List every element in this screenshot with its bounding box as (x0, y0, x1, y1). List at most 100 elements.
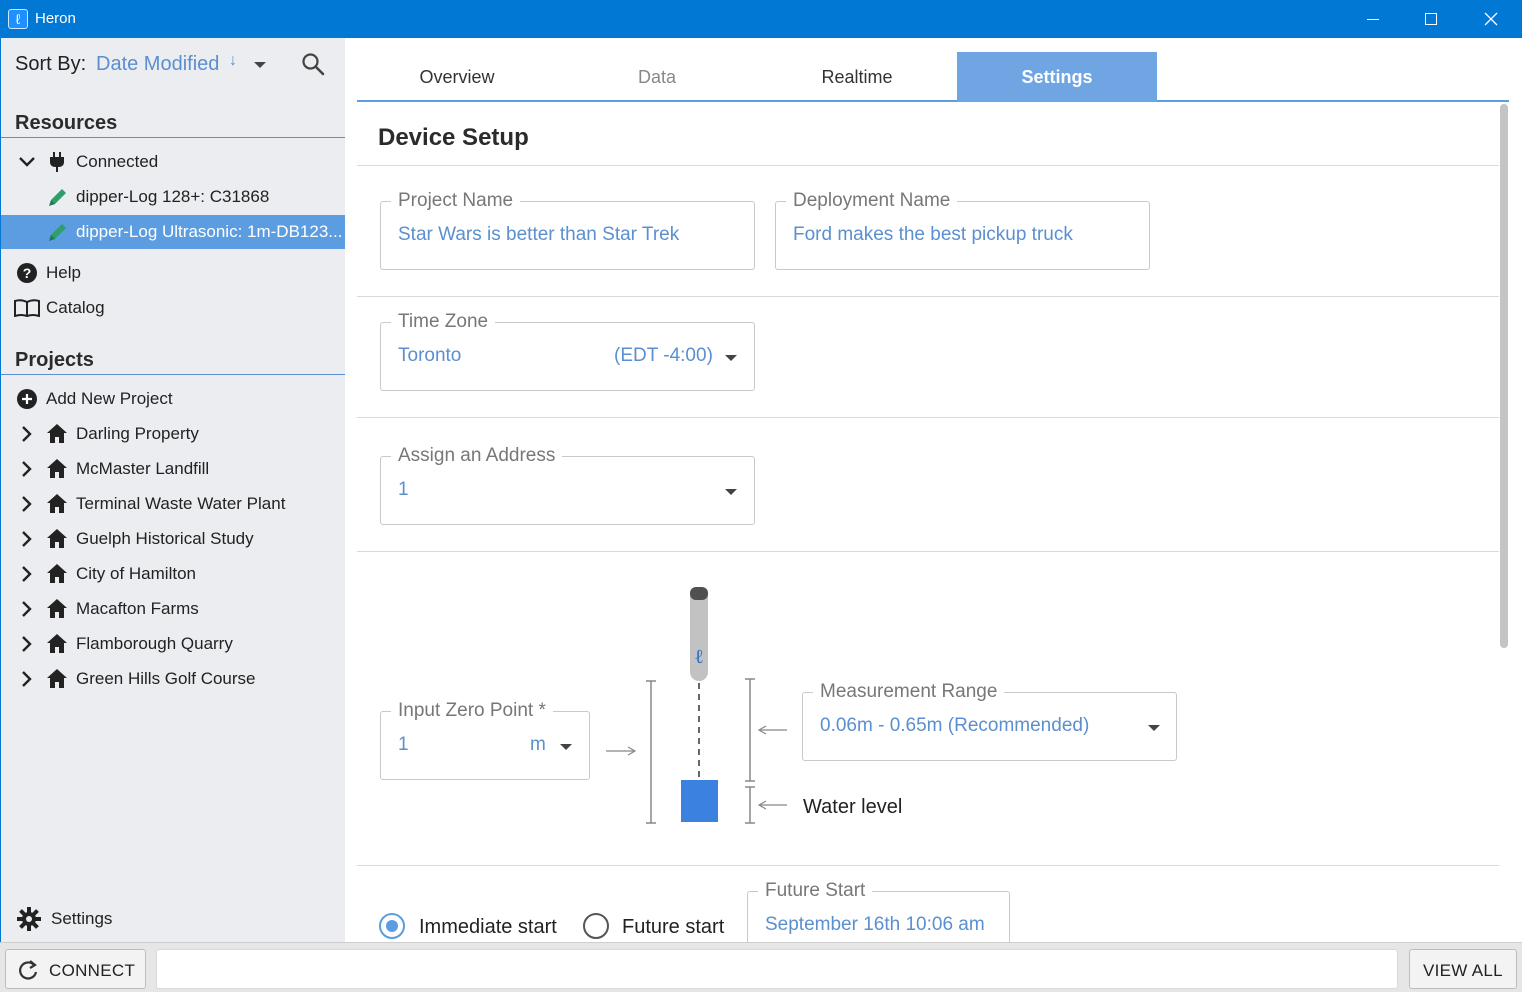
arrow-right-icon (606, 746, 637, 756)
home-icon (47, 494, 67, 513)
project-name-field[interactable]: Project Name Star Wars is better than St… (380, 190, 755, 270)
project-item[interactable]: Macafton Farms (1, 592, 346, 626)
sort-bar: Sort By: Date Modified ↓ (1, 38, 346, 90)
tab-overview[interactable]: Overview (357, 52, 557, 102)
chevron-right-icon[interactable] (21, 636, 33, 652)
device-item-selected[interactable]: dipper-Log Ultrasonic: 1m-DB123... (1, 215, 346, 249)
future-start-value[interactable]: September 16th 10:06 am (765, 914, 985, 936)
chevron-right-icon[interactable] (21, 426, 33, 442)
scrollbar-thumb[interactable] (1500, 104, 1508, 648)
window-title: Heron (35, 10, 76, 27)
add-circle-icon (17, 389, 37, 409)
bottom-bar: CONNECT VIEW ALL (0, 942, 1522, 992)
add-project-label: Add New Project (46, 389, 173, 408)
project-label: Terminal Waste Water Plant (76, 494, 286, 513)
connected-group[interactable]: Connected (1, 145, 346, 179)
chevron-right-icon[interactable] (21, 531, 33, 547)
book-icon (14, 299, 40, 317)
water-level-label: Water level (803, 796, 903, 818)
projects-divider (1, 374, 346, 375)
chevron-right-icon[interactable] (21, 566, 33, 582)
close-button[interactable] (1462, 0, 1520, 38)
help-label: Help (46, 263, 81, 282)
refresh-icon (19, 960, 38, 980)
chevron-down-icon[interactable] (254, 62, 266, 68)
chevron-down-icon[interactable] (560, 744, 572, 750)
tab-bar: Overview Data Realtime Settings (357, 52, 1509, 102)
chevron-down-icon[interactable] (1148, 725, 1160, 731)
home-icon (47, 459, 67, 478)
zero-point-field[interactable]: Input Zero Point * 1 m (380, 700, 590, 780)
deployment-name-value[interactable]: Ford makes the best pickup truck (793, 224, 1073, 246)
gear-icon (17, 907, 41, 931)
title-bar: ℓ Heron (0, 0, 1522, 38)
settings-item[interactable]: Settings (1, 902, 346, 936)
add-new-project-button[interactable]: Add New Project (1, 382, 346, 416)
search-icon[interactable] (301, 52, 325, 76)
device-label: dipper-Log 128+: C31868 (76, 187, 270, 206)
project-name-label: Project Name (391, 190, 521, 212)
arrow-left-icon (757, 800, 787, 810)
divider (357, 296, 1499, 297)
chevron-down-icon[interactable] (725, 355, 737, 361)
device-item[interactable]: dipper-Log 128+: C31868 (1, 180, 346, 214)
chevron-down-icon[interactable] (725, 489, 737, 495)
divider (357, 417, 1499, 418)
zero-point-label: Input Zero Point * (391, 700, 553, 722)
water-level-bracket (745, 786, 755, 824)
zero-point-unit[interactable]: m (530, 734, 546, 756)
immediate-start-label[interactable]: Immediate start (419, 916, 557, 939)
resources-heading: Resources (15, 112, 118, 134)
help-icon: ? (17, 263, 37, 283)
tab-settings[interactable]: Settings (957, 52, 1157, 102)
future-start-field[interactable]: Future Start September 16th 10:06 am (747, 880, 1010, 942)
time-zone-value: Toronto (398, 345, 462, 366)
time-zone-select[interactable]: Time Zone Toronto (EDT -4:00) (380, 311, 755, 391)
sort-dropdown[interactable]: Date Modified (96, 53, 219, 76)
future-start-label[interactable]: Future start (622, 916, 724, 939)
close-icon (1484, 12, 1498, 26)
connect-button[interactable]: CONNECT (5, 949, 146, 989)
project-item[interactable]: Flamborough Quarry (1, 627, 346, 661)
project-item[interactable]: City of Hamilton (1, 557, 346, 591)
address-select[interactable]: Assign an Address 1 (380, 445, 755, 525)
minimize-button[interactable] (1344, 0, 1402, 38)
maximize-button[interactable] (1402, 0, 1460, 38)
chevron-right-icon[interactable] (21, 671, 33, 687)
catalog-item[interactable]: Catalog (1, 291, 346, 325)
chevron-right-icon[interactable] (21, 461, 33, 477)
project-item[interactable]: Green Hills Golf Course (1, 662, 346, 696)
project-item[interactable]: McMaster Landfill (1, 452, 346, 486)
sort-direction-icon[interactable]: ↓ (229, 52, 237, 70)
project-item[interactable]: Guelph Historical Study (1, 522, 346, 556)
project-item[interactable]: Darling Property (1, 417, 346, 451)
tab-data[interactable]: Data (557, 52, 757, 102)
view-all-label: VIEW ALL (1423, 961, 1503, 980)
project-item[interactable]: Terminal Waste Water Plant (1, 487, 346, 521)
deployment-name-field[interactable]: Deployment Name Ford makes the best pick… (775, 190, 1150, 270)
main-panel: Overview Data Realtime Settings Device S… (345, 38, 1522, 942)
home-icon (47, 564, 67, 583)
measurement-range-select[interactable]: Measurement Range 0.06m - 0.65m (Recomme… (802, 681, 1177, 761)
arrow-left-icon (757, 725, 787, 735)
view-all-button[interactable]: VIEW ALL (1409, 949, 1517, 989)
sidebar: Sort By: Date Modified ↓ Resources Conne… (0, 38, 356, 942)
home-icon (47, 529, 67, 548)
zero-point-value[interactable]: 1 (398, 734, 409, 756)
project-label: Macafton Farms (76, 599, 199, 618)
tab-realtime[interactable]: Realtime (757, 52, 957, 102)
chevron-right-icon[interactable] (21, 601, 33, 617)
plug-icon (50, 152, 64, 172)
device-label: dipper-Log Ultrasonic: 1m-DB123... (76, 222, 343, 241)
address-value: 1 (398, 479, 409, 500)
project-label: Darling Property (76, 424, 199, 443)
help-item[interactable]: ? Help (1, 256, 346, 290)
future-start-radio[interactable] (583, 913, 609, 939)
project-label: City of Hamilton (76, 564, 196, 583)
time-zone-label: Time Zone (391, 311, 496, 333)
measurement-range-label: Measurement Range (813, 681, 1005, 703)
project-name-value[interactable]: Star Wars is better than Star Trek (398, 224, 679, 246)
water-body (681, 780, 718, 822)
chevron-right-icon[interactable] (21, 496, 33, 512)
immediate-start-radio[interactable] (379, 913, 405, 939)
